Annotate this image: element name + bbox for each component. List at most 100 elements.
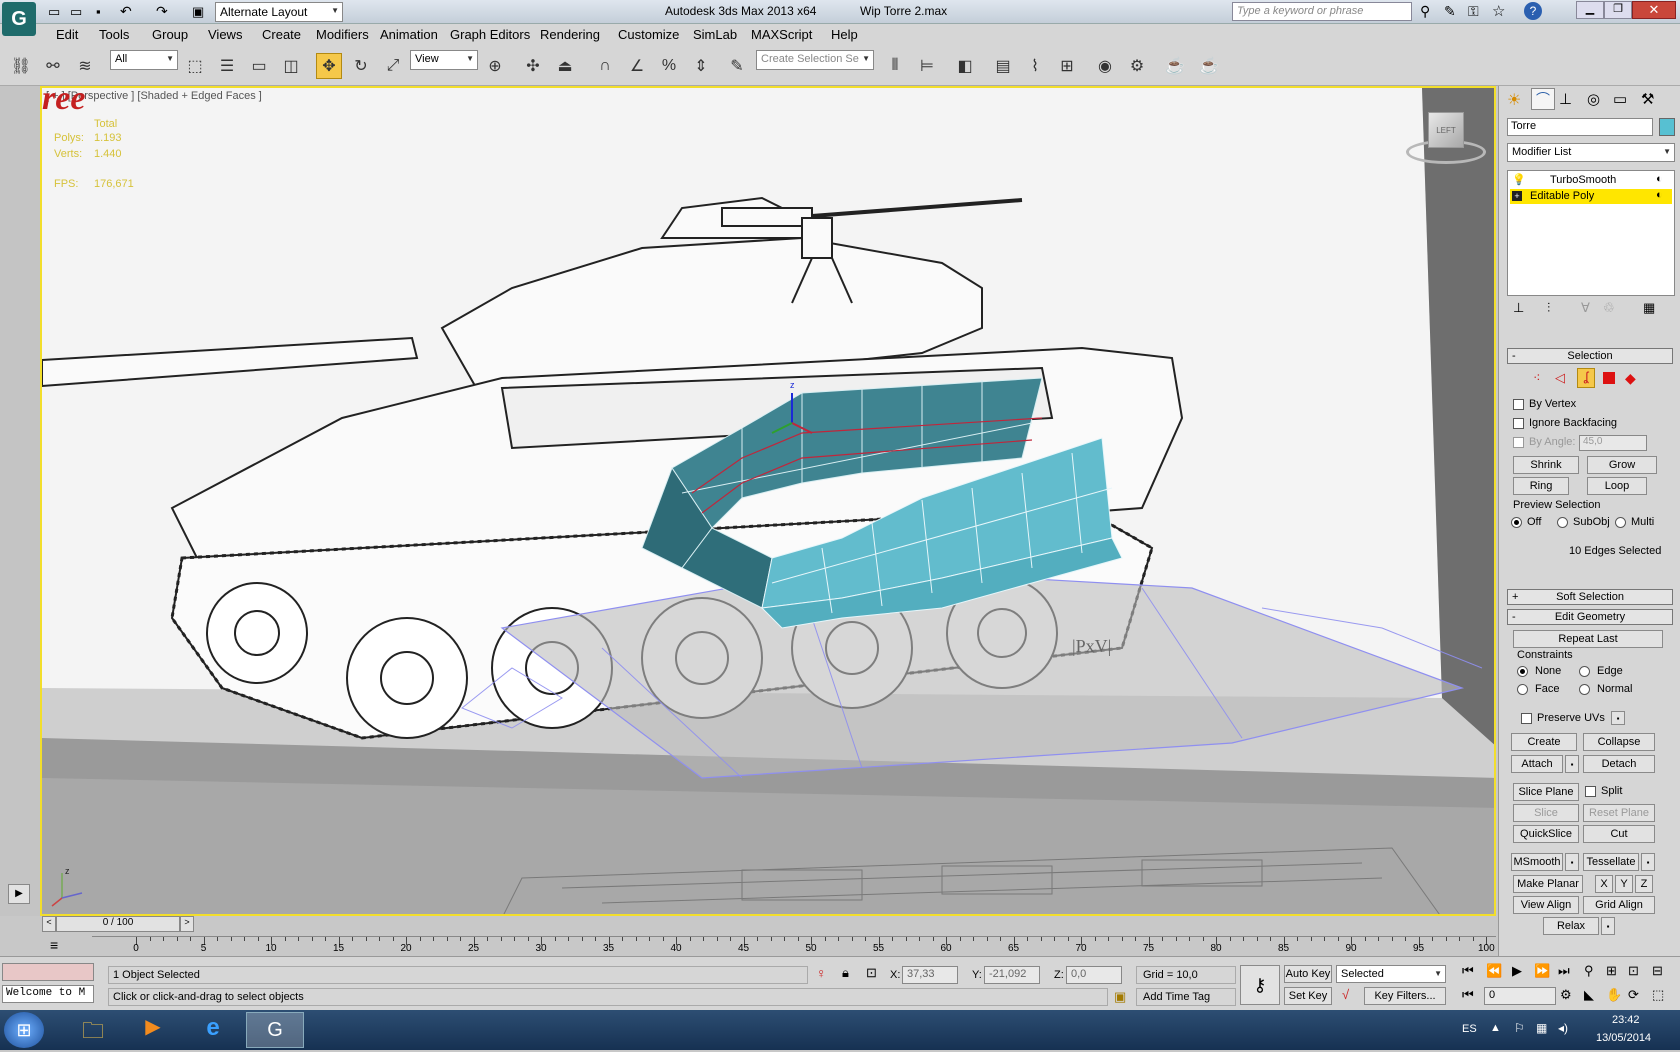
key-tangent-icon[interactable]: √ (1342, 987, 1349, 1002)
set-key-button[interactable]: Set Key (1284, 987, 1332, 1005)
planar-z-button[interactable]: Z (1635, 875, 1653, 893)
key-mode-dropdown[interactable]: Selected (1336, 965, 1446, 983)
attach-list-button[interactable]: ▪ (1565, 755, 1579, 773)
rectangular-selection-icon[interactable]: ▭ (246, 53, 272, 79)
z-coordinate-field[interactable]: 0,0 (1066, 966, 1122, 984)
shrink-button[interactable]: Shrink (1513, 456, 1579, 474)
constraint-edge-radio[interactable] (1579, 666, 1590, 677)
pin-stack-icon[interactable]: ⊥ (1513, 300, 1524, 316)
maxscript-listener[interactable]: Welcome to M (2, 985, 94, 1003)
zoom-icon[interactable]: ⚲ (1584, 963, 1594, 979)
slice-button[interactable]: Slice (1513, 804, 1579, 822)
collapse-button[interactable]: Collapse (1583, 733, 1655, 751)
tray-volume-icon[interactable]: ◂) (1558, 1021, 1568, 1035)
language-indicator[interactable]: ES (1462, 1023, 1477, 1035)
maxscript-listener-top[interactable] (2, 963, 94, 981)
tessellate-button[interactable]: Tessellate (1583, 853, 1639, 871)
go-to-start-icon[interactable]: ⏮ (1462, 963, 1474, 979)
make-unique-icon[interactable]: ∀ (1581, 300, 1590, 316)
motion-tab-icon[interactable]: ◎ (1587, 90, 1600, 108)
selection-rollout-header[interactable]: - Selection (1507, 348, 1673, 364)
constraint-none-radio[interactable] (1517, 666, 1528, 677)
relax-button[interactable]: Relax (1543, 917, 1599, 935)
menu-modifiers[interactable]: Modifiers (316, 27, 369, 42)
menu-tools[interactable]: Tools (99, 27, 129, 42)
project-folder-icon[interactable]: ▣ (192, 4, 204, 20)
lock-icon[interactable]: ◐ (1656, 173, 1663, 185)
reference-coordinate-dropdown[interactable]: View (410, 50, 478, 70)
redo-icon[interactable]: ↷ (156, 3, 168, 20)
element-icon[interactable]: ◆ (1625, 370, 1636, 387)
align-icon[interactable]: ⊨ (914, 53, 940, 79)
window-crossing-icon[interactable]: ◫ (278, 53, 304, 79)
go-to-end-icon[interactable]: ⏭ (1558, 963, 1570, 979)
previous-frame-icon[interactable]: ⏪ (1486, 963, 1502, 979)
play-icon[interactable]: ▶ (1512, 963, 1522, 979)
zoom-extents-icon[interactable]: ⊡ (1628, 963, 1639, 979)
viewcube-face[interactable]: LEFT (1428, 112, 1464, 148)
select-manipulate-icon[interactable]: ✣ (520, 53, 546, 79)
save-file-icon[interactable]: ▪ (96, 4, 101, 19)
planar-x-button[interactable]: X (1595, 875, 1613, 893)
detach-button[interactable]: Detach (1583, 755, 1655, 773)
link-icon[interactable]: ⛓ (8, 53, 34, 79)
by-angle-checkbox[interactable] (1513, 437, 1524, 448)
favorites-star-icon[interactable]: ☆ (1492, 2, 1505, 20)
polygon-icon[interactable] (1603, 372, 1615, 384)
help-icon[interactable]: ? (1524, 2, 1542, 20)
object-color-swatch[interactable] (1659, 118, 1675, 136)
menu-views[interactable]: Views (208, 27, 242, 42)
menu-simlab[interactable]: SimLab (693, 27, 737, 42)
create-button[interactable]: Create (1511, 733, 1577, 751)
clock-date[interactable]: 13/05/2014 (1596, 1032, 1651, 1044)
loop-button[interactable]: Loop (1587, 477, 1647, 495)
hierarchy-tab-icon[interactable]: ⊥ (1559, 90, 1572, 108)
configure-sets-icon[interactable]: ▦ (1643, 300, 1655, 316)
communication-icon[interactable]: ✎ (1444, 3, 1456, 20)
selection-filter-dropdown[interactable]: All (110, 50, 178, 70)
menu-animation[interactable]: Animation (380, 27, 438, 42)
maximize-button[interactable]: ❐ (1604, 1, 1632, 19)
track-bar[interactable]: 0 5 10 15 20 25 30 35 40 45 50 55 60 65 70 75 80 85 90 95 10… (92, 936, 1496, 956)
absolute-mode-icon[interactable]: ⊡ (866, 965, 877, 981)
menu-edit[interactable]: Edit (56, 27, 78, 42)
pan-icon[interactable]: ✋ (1606, 987, 1622, 1003)
render-setup-icon[interactable]: ⚙ (1124, 53, 1150, 79)
preview-subobj-radio[interactable] (1557, 517, 1568, 528)
angle-snap-icon[interactable]: ∠ (624, 53, 650, 79)
msmooth-button[interactable]: MSmooth (1511, 853, 1563, 871)
named-selection-dropdown[interactable]: Create Selection Se (756, 50, 874, 70)
zoom-all-icon[interactable]: ⊞ (1606, 963, 1617, 979)
y-coordinate-field[interactable]: -21,092 (984, 966, 1040, 984)
cut-button[interactable]: Cut (1583, 825, 1655, 843)
maximize-viewport-icon[interactable]: ⬚ (1652, 987, 1664, 1003)
open-file-icon[interactable]: ▭ (70, 4, 82, 20)
mini-curve-editor-icon[interactable]: ≡ (50, 937, 58, 953)
modifier-list-dropdown[interactable]: Modifier List (1507, 143, 1675, 162)
unlink-icon[interactable]: ⚯ (40, 53, 66, 79)
select-by-name-icon[interactable]: ☰ (214, 53, 240, 79)
percent-snap-icon[interactable]: % (656, 53, 682, 79)
preserve-uvs-checkbox[interactable] (1521, 713, 1532, 724)
curve-editor-icon[interactable]: ⌇ (1022, 53, 1048, 79)
menu-maxscript[interactable]: MAXScript (751, 27, 812, 42)
time-configuration-icon[interactable]: ⚙ (1560, 987, 1572, 1003)
clock-time[interactable]: 23:42 (1612, 1014, 1640, 1026)
perspective-viewport[interactable]: z z [ + ] [Perspective ] [Shaded + Edged… (40, 86, 1496, 916)
material-editor-icon[interactable]: ◉ (1092, 53, 1118, 79)
field-of-view-icon[interactable]: ◣ (1584, 987, 1594, 1003)
lock-icon[interactable]: ◐ (1656, 189, 1663, 201)
by-vertex-checkbox[interactable] (1513, 399, 1524, 410)
rendered-frame-icon[interactable]: ☕ (1162, 53, 1188, 79)
render-production-icon[interactable]: ☕ (1196, 53, 1222, 79)
view-align-button[interactable]: View Align (1513, 896, 1579, 914)
make-planar-button[interactable]: Make Planar (1513, 875, 1583, 893)
border-icon[interactable]: ʆ (1577, 368, 1595, 388)
menu-help[interactable]: Help (831, 27, 858, 42)
show-end-result-icon[interactable]: ⫶ (1547, 300, 1550, 316)
preview-off-radio[interactable] (1511, 517, 1522, 528)
undo-icon[interactable]: ↶ (120, 3, 132, 20)
spinner-snap-icon[interactable]: ⇕ (688, 53, 714, 79)
select-object-icon[interactable]: ⬚ (182, 53, 208, 79)
reset-plane-button[interactable]: Reset Plane (1583, 804, 1655, 822)
